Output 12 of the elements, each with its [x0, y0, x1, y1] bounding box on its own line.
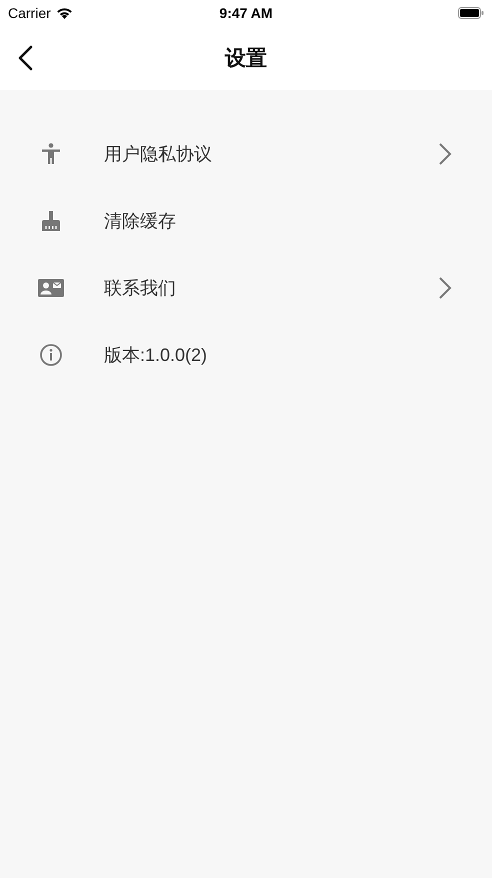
info-icon: [39, 342, 63, 366]
menu-item[interactable]: 清除缓存: [104, 208, 452, 232]
battery-icon: [458, 6, 484, 18]
accessibility-icon: [39, 142, 63, 166]
status-time: 9:47 AM: [219, 4, 273, 20]
carrier-name: Carrier: [8, 4, 51, 20]
page-title: 设置: [225, 46, 267, 72]
brush-icon: [39, 208, 63, 232]
wifi-icon: [56, 6, 73, 18]
menu-item[interactable]: 版本:1.0.0(2): [104, 342, 452, 366]
menu-item[interactable]: 联系我们: [104, 276, 438, 300]
menu-item[interactable]: 用户隐私协议: [104, 142, 438, 166]
